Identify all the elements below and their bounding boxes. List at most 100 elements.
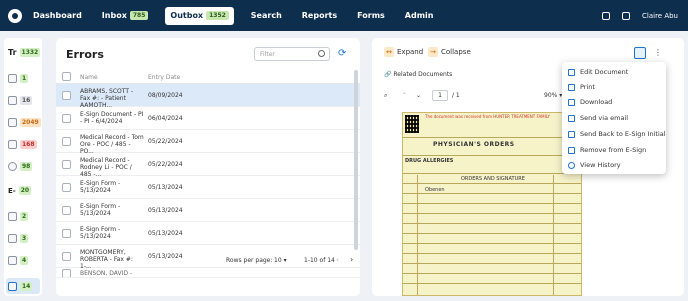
- menu-item-download[interactable]: Download: [568, 98, 612, 106]
- clipboard-icon: [8, 212, 17, 221]
- document-rule: [403, 213, 581, 214]
- document-title: PHYSICIAN'S ORDERS: [433, 141, 515, 148]
- column-header-name[interactable]: Name: [80, 74, 98, 81]
- menu-item-print[interactable]: Print: [568, 83, 595, 91]
- app-logo-icon[interactable]: [8, 8, 22, 23]
- top-nav: Dashboard Inbox 785 Outbox 1352 Search Rep…: [0, 0, 688, 31]
- folder-icon: [8, 74, 17, 83]
- row-checkbox[interactable]: [62, 183, 71, 192]
- column-header-entry-date[interactable]: Entry Date: [148, 74, 180, 81]
- filter-input[interactable]: Filter: [254, 47, 330, 61]
- table-row[interactable]: E-Sign Form - 5/13/2024 05/13/2024: [56, 199, 360, 222]
- sidebar-item-badge: 20: [18, 186, 32, 195]
- inbox-count-badge: 785: [129, 11, 149, 20]
- menu-item-send-email[interactable]: Send via email: [568, 114, 628, 122]
- nav-admin[interactable]: Admin: [402, 7, 437, 25]
- zoom-select[interactable]: 90% ▾: [544, 92, 562, 99]
- rows-per-page-label: Rows per page:: [226, 257, 273, 264]
- lock-icon[interactable]: [602, 11, 610, 20]
- prev-page-icon[interactable]: ‹: [336, 255, 339, 264]
- sidebar-item-badge: 3: [20, 234, 29, 243]
- table-row[interactable]: ABRAMS, SCOTT - Fax #: - Patient AAMOTH.…: [56, 84, 360, 109]
- table-row[interactable]: E-Sign Document - PI - PI - 6/4/2024 06/…: [56, 107, 360, 130]
- document-rule: [403, 233, 581, 234]
- related-documents-link[interactable]: 🔗 Related Documents: [384, 71, 452, 78]
- edit-icon: [568, 68, 575, 76]
- drug-allergies-label: DRUG ALLERGIES: [405, 158, 454, 164]
- page-toolbar: ⌕ ⌃ ⌄ 1 / 1: [384, 90, 544, 102]
- nav-inbox[interactable]: Inbox 785: [99, 7, 152, 25]
- more-options-icon[interactable]: ⋮: [652, 47, 664, 59]
- sidebar-item[interactable]: 16: [8, 96, 33, 105]
- refresh-icon[interactable]: ⟳: [338, 48, 346, 59]
- document-column-rule: [417, 175, 418, 295]
- sidebar-item[interactable]: E- 20: [8, 186, 32, 195]
- comment-button[interactable]: [634, 47, 646, 59]
- search-icon[interactable]: [318, 50, 325, 57]
- document-rule: [403, 283, 581, 284]
- next-page-icon[interactable]: ⌄: [416, 92, 421, 99]
- nav-outbox[interactable]: Outbox 1352: [165, 6, 234, 25]
- table-row[interactable]: E-Sign Form - 5/13/2024 05/13/2024: [56, 176, 360, 199]
- table-scrollbar[interactable]: [354, 70, 358, 250]
- bell-icon: [568, 130, 575, 138]
- document-warning: The document was received from HUNTER TR…: [425, 114, 550, 119]
- row-checkbox[interactable]: [62, 91, 71, 100]
- row-checkbox[interactable]: [62, 114, 71, 123]
- sidebar-item-badge: 16: [20, 96, 33, 105]
- menu-item-send-back-esign[interactable]: Send Back to E-Sign Initial: [568, 130, 666, 138]
- sidebar-title-badge: 1332: [19, 48, 41, 57]
- menu-item-view-history[interactable]: View History: [568, 161, 621, 169]
- search-icon[interactable]: ⌕: [384, 92, 387, 100]
- sidebar-item[interactable]: 3: [8, 234, 29, 243]
- account-switch-icon[interactable]: [622, 11, 630, 20]
- row-checkbox[interactable]: [62, 137, 71, 146]
- nav-search[interactable]: Search: [248, 7, 285, 25]
- sidebar-item-badge: 2: [20, 212, 29, 221]
- sidebar-item-badge: 98: [20, 162, 33, 171]
- document-rule: [403, 243, 581, 244]
- row-checkbox[interactable]: [62, 160, 71, 169]
- menu-item-remove-esign[interactable]: Remove from E-Sign: [568, 146, 646, 154]
- row-checkbox[interactable]: [62, 269, 71, 277]
- sidebar-item-errors[interactable]: 14: [8, 282, 33, 291]
- sidebar-item[interactable]: 4: [8, 256, 29, 265]
- nav-forms[interactable]: Forms: [354, 7, 388, 25]
- row-checkbox[interactable]: [62, 206, 71, 215]
- inbox-tray-icon: [8, 140, 17, 149]
- prev-page-icon[interactable]: ⌃: [402, 92, 407, 99]
- menu-item-edit-document[interactable]: Edit Document: [568, 68, 628, 76]
- rows-per-page-select[interactable]: 10 ▾: [274, 257, 287, 264]
- collapse-button[interactable]: → Collapse: [428, 47, 471, 57]
- table-row[interactable]: Medical Record - Rodney Li - POC / 485 -…: [56, 153, 360, 178]
- select-all-checkbox[interactable]: [62, 72, 71, 81]
- outbox-count-badge: 1352: [206, 11, 229, 20]
- viewer-actions: ⋮: [634, 47, 666, 59]
- table-row[interactable]: BENSON, DAVID - Fax #: ...: [56, 268, 360, 278]
- qr-code: [405, 115, 419, 133]
- sidebar-item[interactable]: 2: [8, 212, 29, 221]
- sidebar-item[interactable]: 2049: [8, 118, 41, 127]
- document-preview[interactable]: The document was received from HUNTER TR…: [402, 112, 582, 296]
- sidebar-item[interactable]: 98: [8, 162, 33, 171]
- sidebar-item[interactable]: 1: [8, 74, 29, 83]
- sidebar-title-row[interactable]: Tr 1332: [8, 48, 41, 57]
- sidebar-item[interactable]: 168: [8, 140, 37, 149]
- row-name: Medical Record - Tom Ore - POC / 485 - P…: [80, 134, 144, 155]
- print-icon: [568, 83, 575, 91]
- row-date: 05/13/2024: [148, 207, 183, 214]
- sidebar-title: Tr: [8, 48, 17, 57]
- nav-dashboard[interactable]: Dashboard: [30, 7, 85, 25]
- sidebar-item-label: E-: [8, 186, 16, 195]
- sidebar-item-badge: 2049: [20, 118, 41, 127]
- next-page-icon[interactable]: ›: [350, 255, 353, 264]
- row-checkbox[interactable]: [62, 229, 71, 238]
- row-name: E-Sign Form - 5/13/2024: [80, 203, 121, 217]
- table-row[interactable]: E-Sign Form - 5/13/2024 05/13/2024: [56, 222, 360, 245]
- page-number-input[interactable]: 1: [432, 90, 448, 101]
- expand-button[interactable]: ↔ Expand: [384, 47, 423, 57]
- nav-reports[interactable]: Reports: [299, 7, 340, 25]
- inbox-tray-icon: [8, 118, 17, 127]
- table-row[interactable]: Medical Record - Tom Ore - POC / 485 - P…: [56, 130, 360, 155]
- user-name[interactable]: Claire Abu: [642, 12, 678, 20]
